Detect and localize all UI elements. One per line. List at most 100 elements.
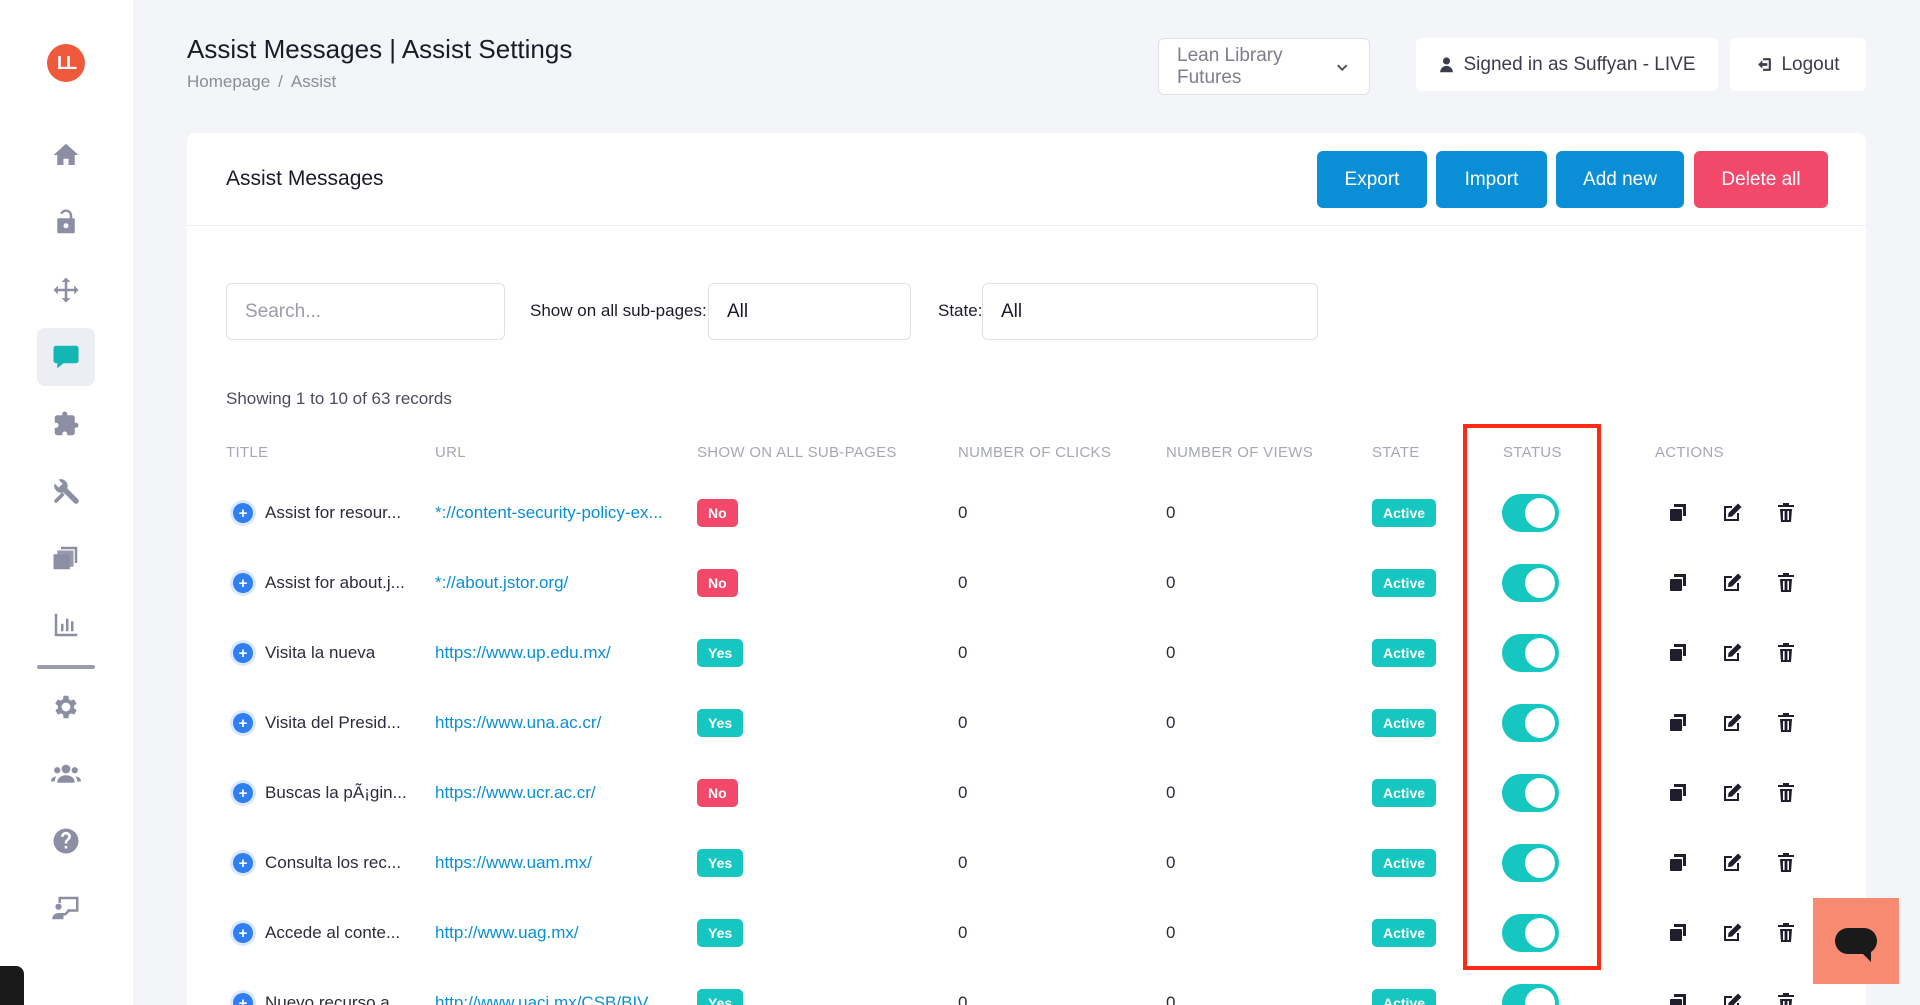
edit-icon[interactable] (1720, 851, 1744, 875)
delete-all-button[interactable]: Delete all (1694, 151, 1828, 208)
row-actions (1666, 828, 1798, 898)
status-toggle[interactable] (1502, 564, 1559, 602)
row-url-link[interactable]: *://content-security-policy-ex... (435, 478, 663, 548)
expand-row-cell: + (233, 548, 253, 618)
row-url-link[interactable]: https://www.una.ac.cr/ (435, 688, 601, 758)
row-url-link[interactable]: https://www.ucr.ac.cr/ (435, 758, 596, 828)
copy-icon[interactable] (1666, 991, 1690, 1005)
search-input[interactable]: Search... (226, 283, 505, 340)
column-header-url[interactable]: URL (435, 444, 466, 461)
row-url-link[interactable]: *://about.jstor.org/ (435, 548, 568, 618)
signed-in-button[interactable]: Signed in as Suffyan - LIVE (1416, 38, 1718, 91)
state-badge: Active (1372, 499, 1437, 527)
status-toggle[interactable] (1502, 844, 1559, 882)
sidebar-divider (37, 665, 95, 669)
expand-row-icon[interactable]: + (233, 923, 253, 943)
presentation-icon[interactable] (37, 879, 95, 937)
row-state-cell: Active (1372, 548, 1437, 618)
edit-icon[interactable] (1720, 921, 1744, 945)
copy-icon[interactable] (1666, 571, 1690, 595)
trash-icon[interactable] (1774, 641, 1798, 665)
help-icon[interactable] (37, 812, 95, 870)
users-icon[interactable] (37, 745, 95, 803)
table-row: + Assist for about.j... *://about.jstor.or… (187, 548, 1866, 618)
import-button[interactable]: Import (1436, 151, 1547, 208)
column-header-title[interactable]: TITLE (226, 444, 268, 461)
table-row: + Visita del Presid... https://www.una.ac.… (187, 688, 1866, 758)
column-header-state[interactable]: STATE (1372, 444, 1420, 461)
chat-icon (1835, 928, 1877, 962)
row-clicks: 0 (958, 993, 968, 1005)
row-url-link[interactable]: http://www.uaci.mx/CSB/BIV... (435, 968, 661, 1005)
home-icon[interactable] (37, 126, 95, 184)
trash-icon[interactable] (1774, 921, 1798, 945)
chat-bubble-icon[interactable] (37, 328, 95, 386)
logout-button[interactable]: Logout (1730, 38, 1866, 91)
card-title: Assist Messages (226, 167, 384, 190)
expand-row-icon[interactable]: + (233, 713, 253, 733)
trash-icon[interactable] (1774, 781, 1798, 805)
row-url-link[interactable]: http://www.uag.mx/ (435, 898, 579, 968)
layers-icon[interactable] (37, 529, 95, 587)
status-toggle[interactable] (1502, 914, 1559, 952)
status-toggle[interactable] (1502, 494, 1559, 532)
expand-row-icon[interactable]: + (233, 573, 253, 593)
chat-widget-button[interactable] (1813, 898, 1899, 984)
row-actions (1666, 688, 1798, 758)
status-toggle[interactable] (1502, 634, 1559, 672)
trash-icon[interactable] (1774, 991, 1798, 1005)
edit-icon[interactable] (1720, 711, 1744, 735)
breadcrumb-separator: / (278, 72, 283, 91)
row-views: 0 (1166, 573, 1176, 592)
library-select[interactable]: Lean Library Futures (1158, 38, 1370, 95)
column-header-clicks[interactable]: NUMBER OF CLICKS (958, 444, 1111, 461)
expand-row-cell: + (233, 688, 253, 758)
logout-icon (1758, 58, 1772, 71)
trash-icon[interactable] (1774, 711, 1798, 735)
gear-icon[interactable] (37, 678, 95, 736)
breadcrumb-assist[interactable]: Assist (291, 72, 336, 92)
trash-icon[interactable] (1774, 501, 1798, 525)
row-url-link[interactable]: https://www.uam.mx/ (435, 828, 592, 898)
library-select-value: Lean Library Futures (1177, 44, 1283, 88)
edit-icon[interactable] (1720, 571, 1744, 595)
column-header-status[interactable]: STATUS (1503, 444, 1562, 461)
copy-icon[interactable] (1666, 641, 1690, 665)
puzzle-icon[interactable] (37, 395, 95, 453)
edit-icon[interactable] (1720, 501, 1744, 525)
expand-row-icon[interactable]: + (233, 993, 253, 1005)
copy-icon[interactable] (1666, 851, 1690, 875)
move-icon[interactable] (37, 261, 95, 319)
app-logo[interactable]: LL (47, 44, 85, 82)
column-header-views[interactable]: NUMBER OF VIEWS (1166, 444, 1313, 461)
status-toggle[interactable] (1502, 774, 1559, 812)
expand-row-icon[interactable]: + (233, 783, 253, 803)
status-toggle[interactable] (1502, 984, 1559, 1005)
trash-icon[interactable] (1774, 851, 1798, 875)
copy-icon[interactable] (1666, 501, 1690, 525)
state-filter-select[interactable]: All (982, 283, 1318, 340)
subpages-filter-select[interactable]: All (708, 283, 911, 340)
export-button[interactable]: Export (1317, 151, 1427, 208)
row-subpages-cell: No (697, 548, 738, 618)
edit-icon[interactable] (1720, 991, 1744, 1005)
trash-icon[interactable] (1774, 571, 1798, 595)
row-views: 0 (1166, 713, 1176, 732)
copy-icon[interactable] (1666, 711, 1690, 735)
copy-icon[interactable] (1666, 781, 1690, 805)
expand-row-icon[interactable]: + (233, 503, 253, 523)
breadcrumb-homepage[interactable]: Homepage (187, 72, 270, 92)
tools-icon[interactable] (37, 462, 95, 520)
unlock-icon[interactable] (37, 193, 95, 251)
copy-icon[interactable] (1666, 921, 1690, 945)
edit-icon[interactable] (1720, 781, 1744, 805)
subpages-badge: Yes (697, 709, 744, 737)
expand-row-icon[interactable]: + (233, 853, 253, 873)
status-toggle[interactable] (1502, 704, 1559, 742)
edit-icon[interactable] (1720, 641, 1744, 665)
row-url-link[interactable]: https://www.up.edu.mx/ (435, 618, 611, 688)
add-new-button[interactable]: Add new (1556, 151, 1684, 208)
expand-row-icon[interactable]: + (233, 643, 253, 663)
chart-icon[interactable] (37, 596, 95, 654)
column-header-subpages[interactable]: SHOW ON ALL SUB-PAGES (697, 444, 897, 461)
